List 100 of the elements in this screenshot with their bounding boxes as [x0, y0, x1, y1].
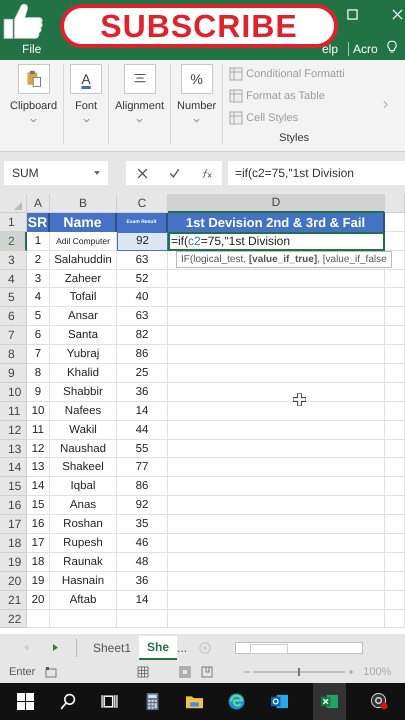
row-header[interactable]: 8 [0, 345, 27, 364]
table-cell: 40 [117, 288, 168, 308]
cancel-icon[interactable] [136, 168, 148, 178]
chevron-down-icon[interactable] [30, 118, 38, 123]
maximize-icon[interactable] [347, 9, 358, 20]
row-header[interactable]: 14 [0, 458, 27, 478]
row-header[interactable]: 18 [0, 534, 27, 553]
table-cell [385, 440, 405, 458]
row-header[interactable]: 4 [0, 270, 27, 288]
row-header[interactable]: 17 [0, 515, 27, 534]
table-cell: 7 [27, 345, 50, 364]
sheet-tab[interactable]: She [139, 636, 178, 660]
table-cell: Aftab [50, 590, 117, 610]
mail-app-icon[interactable] [270, 693, 288, 710]
table-cell: 13 [27, 458, 50, 478]
table-header: SR [27, 212, 50, 232]
style-icon [229, 89, 244, 103]
next-sheet-icon[interactable] [53, 644, 58, 651]
row-header[interactable]: 16 [0, 496, 27, 516]
row-header[interactable]: 21 [0, 590, 27, 610]
ribbon-button[interactable]: A [70, 64, 102, 94]
table-cell: Yubraj [50, 345, 117, 364]
table-cell: 20 [27, 590, 50, 610]
column-header[interactable]: D [168, 194, 385, 213]
table-cell: 2 [27, 250, 50, 270]
lightbulb-icon[interactable] [387, 40, 397, 54]
column-header[interactable]: A [27, 194, 50, 213]
table-cell: Shabbir [50, 382, 117, 402]
horizontal-scrollbar[interactable] [235, 642, 364, 654]
table-cell: Santa [50, 326, 117, 346]
chevron-right-icon[interactable] [383, 100, 388, 109]
table-cell: Hasnain [50, 572, 117, 591]
normal-view-icon[interactable] [137, 666, 150, 678]
table-cell: 35 [117, 515, 168, 534]
recorder-icon[interactable] [371, 693, 388, 710]
table-cell: Anas [50, 496, 117, 516]
table-cell: 36 [117, 382, 168, 402]
sheet-tab[interactable]: Sheet1 [85, 636, 140, 658]
row-header[interactable]: 2 [0, 232, 27, 251]
table-cell [385, 572, 405, 591]
ribbon-button[interactable] [18, 64, 50, 94]
calculator-icon[interactable] [144, 693, 161, 710]
row-header[interactable]: 3 [0, 250, 27, 270]
row-header[interactable]: 22 [0, 610, 27, 628]
row-header[interactable]: 1 [0, 212, 27, 232]
table-cell: 86 [117, 345, 168, 364]
chevron-down-icon[interactable] [136, 118, 144, 123]
row-header[interactable]: 13 [0, 440, 27, 458]
table-cell: 14 [27, 477, 50, 496]
group-label: Font [75, 100, 98, 112]
ribbon-button[interactable]: % [180, 64, 213, 94]
row-header[interactable]: 7 [0, 326, 27, 346]
table-cell [385, 345, 405, 364]
spreadsheet-app-icon[interactable] [320, 693, 338, 710]
windows-start-icon[interactable] [16, 693, 34, 710]
group-label: Styles [279, 132, 310, 144]
row-header[interactable]: 19 [0, 552, 27, 572]
page-layout-icon[interactable] [179, 666, 192, 678]
row-header[interactable]: 20 [0, 572, 27, 591]
macro-record-icon[interactable] [45, 666, 58, 678]
table-cell: Rupesh [50, 534, 117, 553]
more-sheets[interactable]: ... [177, 640, 188, 654]
close-icon[interactable] [392, 9, 403, 20]
formula-field[interactable]: =if(c2=75,"1st Division [228, 161, 405, 185]
row-header[interactable]: 9 [0, 364, 27, 383]
table-header: 1st Devision 2nd & 3rd & Fail [168, 212, 385, 232]
row-header[interactable]: 10 [0, 382, 27, 402]
row-header[interactable]: 5 [0, 288, 27, 308]
chevron-down-icon[interactable] [193, 118, 200, 123]
table-cell [385, 270, 405, 288]
task-view-icon[interactable] [101, 693, 118, 710]
table-cell: 55 [117, 440, 168, 458]
function-icon[interactable] [200, 168, 212, 178]
ribbon-button[interactable] [124, 64, 156, 94]
row-header[interactable]: 12 [0, 420, 27, 440]
table-cell [385, 477, 405, 496]
table-cell [385, 364, 405, 383]
row-header[interactable]: 15 [0, 477, 27, 496]
table-cell: 17 [27, 534, 50, 553]
zoom-slider[interactable] [243, 667, 354, 677]
row-header[interactable]: 6 [0, 307, 27, 326]
column-header[interactable]: C [117, 194, 168, 213]
row-header[interactable]: 11 [0, 402, 27, 421]
ribbon-tab[interactable]: File [22, 42, 42, 56]
column-header[interactable]: B [50, 194, 117, 213]
check-icon[interactable] [168, 168, 180, 178]
table-cell: 52 [117, 270, 168, 288]
zoom-slider-thumb[interactable] [298, 668, 300, 676]
table-cell: 6 [27, 326, 50, 346]
table-cell: 92 [117, 232, 168, 251]
chevron-down-icon[interactable] [82, 118, 90, 123]
table-cell: 16 [27, 515, 50, 534]
search-icon[interactable] [58, 693, 76, 710]
cell-editor[interactable]: =if(c2=75,"1st Division [168, 232, 385, 251]
table-cell: 46 [117, 534, 168, 553]
page-break-icon[interactable] [201, 666, 214, 678]
name-box[interactable]: SUM [4, 161, 108, 185]
browser-icon[interactable] [228, 693, 246, 710]
font-color-glyph: A [81, 71, 91, 87]
table-cell: 92 [117, 496, 168, 516]
